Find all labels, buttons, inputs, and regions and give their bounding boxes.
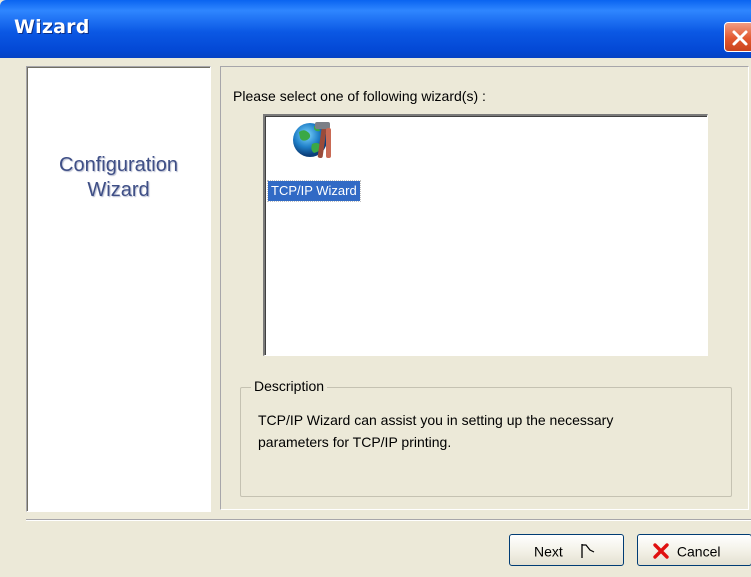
wizard-item-label: TCP/IP Wizard xyxy=(267,180,361,202)
close-x-icon xyxy=(732,30,748,46)
sidebar-panel: Configuration Wizard xyxy=(26,66,211,512)
select-prompt-label: Please select one of following wizard(s)… xyxy=(233,88,486,104)
description-text: TCP/IP Wizard can assist you in setting … xyxy=(258,409,713,453)
footer-separator xyxy=(26,519,751,521)
wizard-list-item-tcpip[interactable]: TCP/IP Wizard xyxy=(267,118,378,204)
title-bar[interactable]: Wizard xyxy=(0,0,751,58)
sidebar-title-line2: Wizard xyxy=(87,179,150,201)
description-legend: Description xyxy=(251,378,328,394)
red-x-icon xyxy=(653,543,669,559)
description-line2: parameters for TCP/IP printing. xyxy=(258,434,452,450)
sidebar-title-line1: Configuration xyxy=(59,154,178,176)
sidebar-title: Configuration Wizard xyxy=(27,153,210,203)
flag-icon xyxy=(581,544,594,559)
description-line1: TCP/IP Wizard can assist you in setting … xyxy=(258,412,614,428)
close-button[interactable] xyxy=(724,22,751,52)
globe-tools-icon xyxy=(293,122,331,158)
wizard-window: Wizard Configuration Wizard Please selec… xyxy=(0,0,751,577)
cancel-button-label: Cancel xyxy=(676,543,721,560)
cancel-button[interactable]: Cancel xyxy=(637,534,751,566)
window-title: Wizard xyxy=(14,16,90,38)
next-button-label: Next xyxy=(534,543,563,560)
next-button[interactable]: Next xyxy=(509,534,624,566)
